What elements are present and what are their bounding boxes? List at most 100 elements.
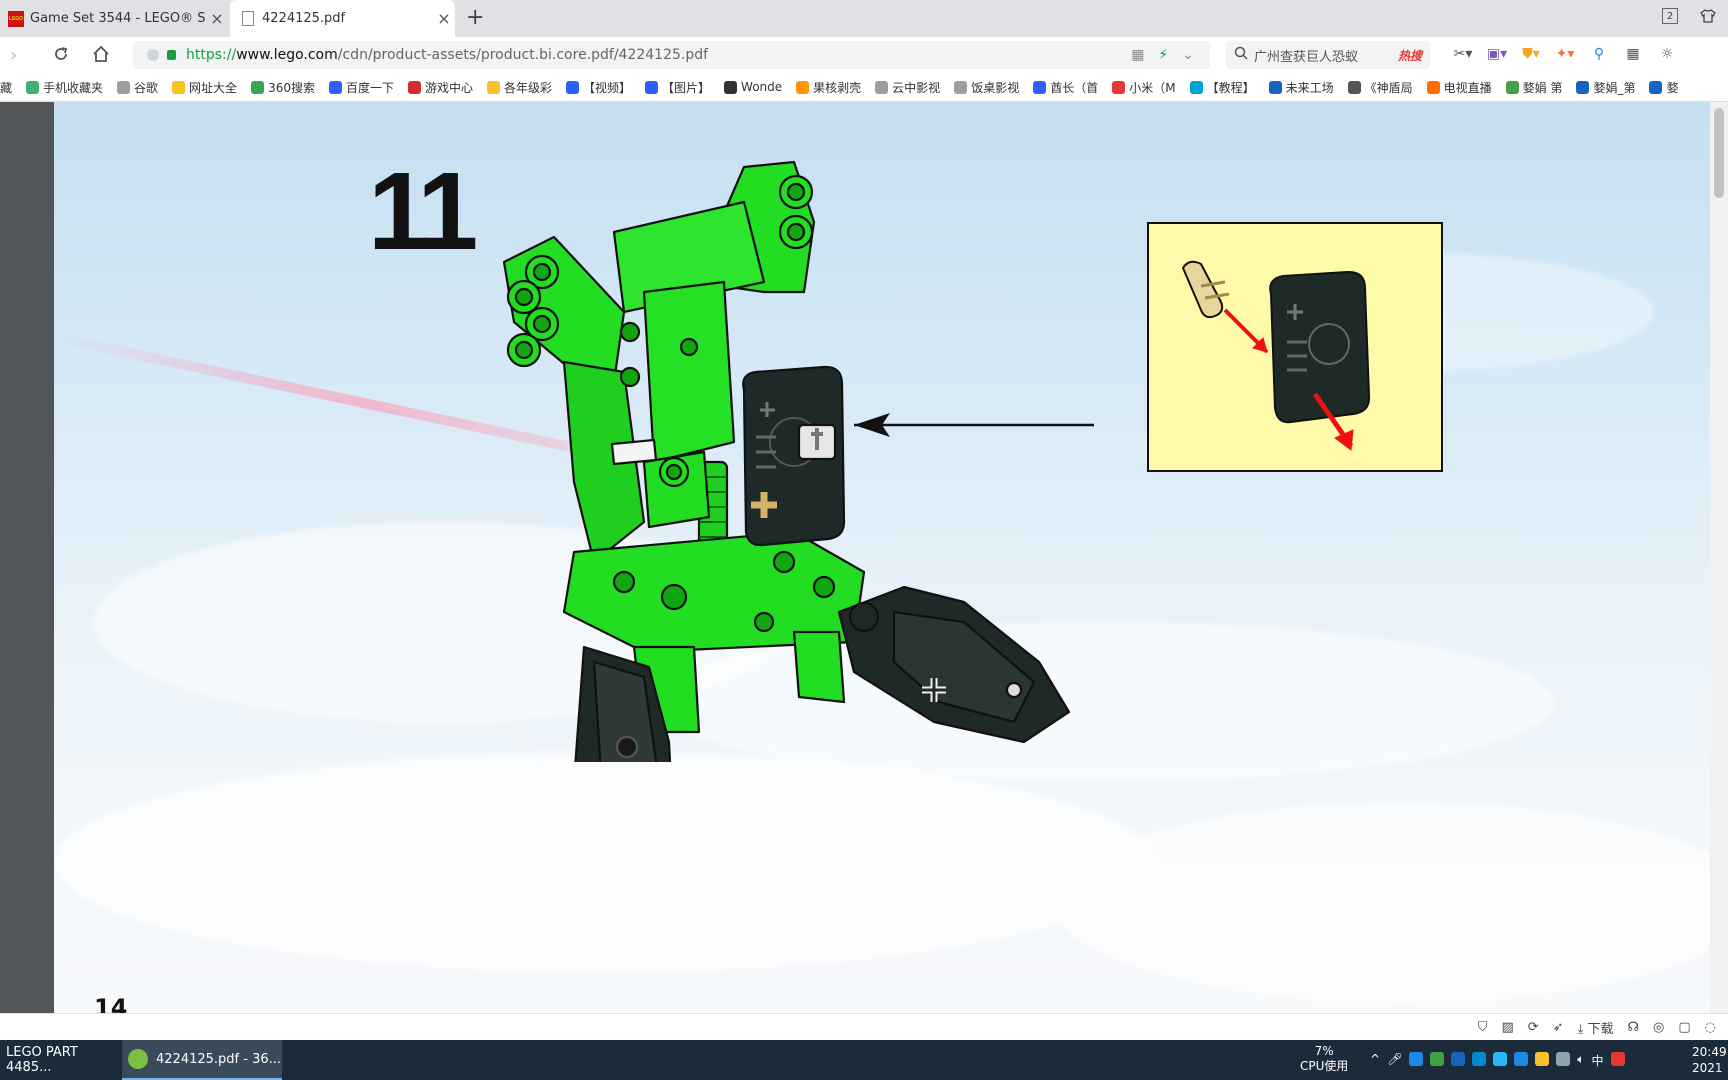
window-icon[interactable]: ▢: [1678, 1020, 1690, 1035]
tab-pdf[interactable]: 4224125.pdf ×: [230, 0, 455, 37]
bookmark-item[interactable]: 360搜索: [251, 79, 315, 96]
bookmark-item[interactable]: 电视直播: [1426, 79, 1492, 96]
download-button[interactable]: ⤓ 下载: [1578, 1018, 1614, 1037]
qr-code-icon[interactable]: ▦: [1131, 47, 1144, 63]
browser-icon[interactable]: ◎: [1653, 1020, 1664, 1035]
close-icon[interactable]: ×: [206, 9, 228, 28]
game-icon[interactable]: ✦▾: [1552, 43, 1578, 65]
new-tab-button[interactable]: +: [466, 5, 484, 30]
reload-icon[interactable]: [52, 45, 70, 68]
bookmark-label: 小米（M: [1129, 80, 1176, 95]
bookmark-item[interactable]: 各年级彩: [487, 79, 552, 96]
bookmark-item[interactable]: 百度一下: [328, 79, 394, 96]
network-icon[interactable]: [1556, 1052, 1571, 1066]
bookmark-item[interactable]: 云中影视: [875, 79, 940, 96]
bookmark-item[interactable]: 婺: [1649, 79, 1679, 96]
image-icon[interactable]: ▨: [1501, 1020, 1513, 1035]
ime-indicator[interactable]: 中: [1592, 1052, 1604, 1069]
pdf-page: 11 14: [54, 102, 1710, 1013]
bookmark-item[interactable]: 小米（M: [1112, 79, 1176, 96]
bookmark-item[interactable]: 【视频】: [566, 79, 631, 96]
chevron-down-icon[interactable]: ⌄: [1182, 47, 1194, 63]
bookmark-label: 各年级彩: [504, 80, 553, 95]
shirt-icon[interactable]: [1700, 8, 1716, 28]
bookmark-favicon-icon: [566, 80, 580, 94]
callout-illustration: [1182, 260, 1371, 451]
sogou-icon[interactable]: [1610, 1052, 1625, 1066]
bookmark-item[interactable]: 酋长（首: [1033, 79, 1098, 96]
bookmark-item[interactable]: 谷歌: [117, 79, 158, 96]
bookmark-item[interactable]: 手机收藏夹: [26, 79, 103, 96]
bookmark-label: 云中影视: [892, 80, 941, 95]
rocket-icon[interactable]: ➶: [1553, 1020, 1564, 1035]
bookmark-item[interactable]: 网址大全: [172, 79, 237, 96]
tray-app-icon[interactable]: [1493, 1052, 1508, 1066]
site-info-icon[interactable]: [147, 49, 159, 61]
bookmark-label: Wonde: [741, 80, 783, 94]
bookmark-item[interactable]: 《神盾局: [1347, 79, 1413, 96]
bookmark-item[interactable]: 【图片】: [645, 79, 710, 96]
bookmark-item[interactable]: 果核剥壳: [796, 79, 861, 96]
bookmark-item[interactable]: Wonde: [724, 80, 782, 94]
bookmark-item[interactable]: 游戏中心: [407, 79, 473, 96]
download-label: 下载: [1587, 1022, 1614, 1037]
tray-app-icon[interactable]: [1451, 1052, 1466, 1066]
sync-icon[interactable]: ⟳: [1528, 1020, 1539, 1035]
bookmark-label: 饭桌影视: [971, 80, 1020, 95]
bookmark-favicon-icon: [328, 80, 342, 94]
tab-bar: LEGO Game Set 3544 - LEGO® Spo × 4224125…: [0, 0, 1728, 37]
headset-icon[interactable]: ☊: [1627, 1020, 1639, 1035]
bookmark-item[interactable]: 婺娟 第: [1505, 79, 1563, 96]
scissors-icon[interactable]: ✂▾: [1450, 43, 1476, 65]
shield-check-icon[interactable]: ⛉: [1478, 1020, 1488, 1035]
cpu-monitor[interactable]: 7% CPU使用: [1300, 1044, 1348, 1074]
search-icon: [1234, 46, 1248, 64]
volume-icon[interactable]: 🔈︎: [1577, 1052, 1584, 1069]
url-input[interactable]: https://www.lego.com/cdn/product-assets/…: [133, 41, 1210, 69]
bookmark-favicon-icon: [645, 80, 659, 94]
magnifier-icon[interactable]: ⚲: [1586, 43, 1612, 65]
bookmark-item[interactable]: 藏: [0, 79, 12, 96]
bookmark-item[interactable]: 未来工场: [1268, 79, 1334, 96]
cloud-icon[interactable]: ◌: [1705, 1020, 1716, 1035]
tray-app-icon[interactable]: [1430, 1052, 1445, 1066]
translate-icon[interactable]: ▣▾: [1484, 43, 1510, 65]
url-scheme: https://: [186, 47, 237, 63]
vertical-scrollbar[interactable]: [1710, 102, 1728, 1013]
chevron-up-icon[interactable]: ^: [1370, 1052, 1380, 1069]
bookmark-favicon-icon: [954, 80, 968, 94]
microphone-icon[interactable]: 🎤︎: [1387, 1052, 1402, 1069]
close-icon[interactable]: ×: [433, 9, 455, 28]
tab-lego-game-set[interactable]: LEGO Game Set 3544 - LEGO® Spo ×: [0, 0, 228, 37]
tray-app-icon[interactable]: [1514, 1052, 1529, 1066]
tray-app-icon[interactable]: [1409, 1052, 1424, 1066]
lego-logo-icon: LEGO: [8, 10, 24, 27]
bookmark-item[interactable]: 【教程】: [1189, 79, 1255, 96]
url-path: /cdn/product-assets/product.bi.core.pdf/…: [337, 47, 709, 63]
hot-search-badge[interactable]: 热搜: [1398, 47, 1422, 64]
bookmark-item[interactable]: 婺娟_第: [1576, 79, 1635, 96]
taskbar-item-lego-part[interactable]: LEGO PART 4485...: [0, 1040, 116, 1080]
browser-status-bar: ⛉ ▨ ⟳ ➶ ⤓ 下载 ☊ ◎ ▢ ◌: [0, 1013, 1728, 1040]
url-host: www.lego.com: [236, 47, 338, 63]
clock[interactable]: 20:49 2021: [1692, 1044, 1727, 1076]
scrollbar-thumb[interactable]: [1714, 108, 1724, 198]
bookmark-favicon-icon: [407, 80, 421, 94]
apps-grid-icon[interactable]: ▦: [1620, 43, 1646, 65]
home-icon[interactable]: [92, 45, 110, 68]
shield-icon[interactable]: ⛊▾: [1518, 43, 1544, 65]
search-input[interactable]: 广州查获巨人恐蚁 热搜: [1226, 41, 1430, 69]
lightning-icon[interactable]: ⚡: [1158, 47, 1168, 63]
taskbar-item-pdf[interactable]: 4224125.pdf - 36...: [122, 1040, 282, 1080]
lego-model-illustration: [502, 160, 1094, 762]
lock-icon: [167, 50, 176, 60]
window-count-icon[interactable]: 2: [1662, 8, 1678, 24]
url-actions: ▦ ⚡ ⌄: [1131, 47, 1194, 63]
brightness-icon[interactable]: ☼: [1654, 43, 1680, 65]
bookmark-favicon-icon: [26, 80, 40, 94]
tray-app-icon[interactable]: [1472, 1052, 1487, 1066]
forward-icon[interactable]: ›: [10, 45, 17, 66]
tray-app-icon[interactable]: [1535, 1052, 1550, 1066]
bookmark-label: 婺娟 第: [1522, 80, 1563, 95]
bookmark-item[interactable]: 饭桌影视: [954, 79, 1019, 96]
